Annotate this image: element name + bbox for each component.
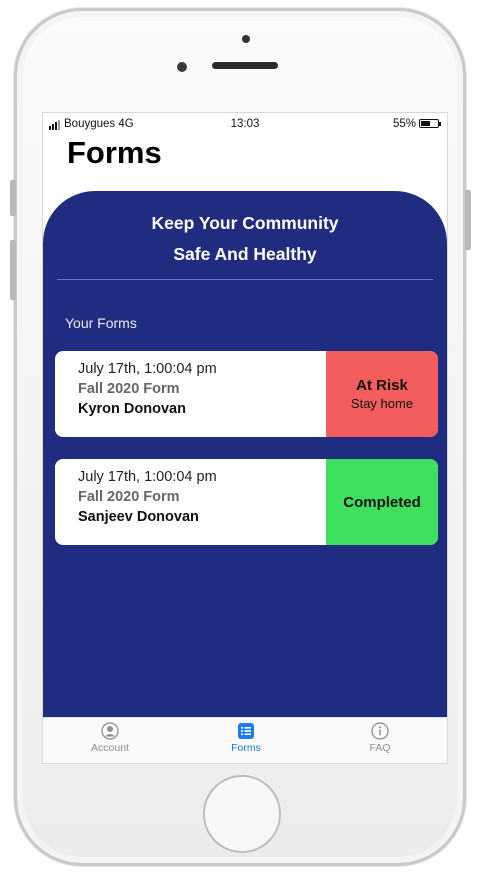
battery-percent: 55%: [392, 118, 416, 130]
form-card-info: July 17th, 1:00:04 pm Fall 2020 Form Kyr…: [78, 359, 217, 419]
phone-power-button: [465, 190, 471, 250]
info-icon: [371, 722, 389, 740]
tab-bar: Account Forms FAQ: [43, 717, 447, 763]
tab-faq[interactable]: FAQ: [335, 722, 425, 754]
battery-icon: [419, 119, 441, 129]
form-card[interactable]: July 17th, 1:00:04 pm Fall 2020 Form San…: [55, 459, 438, 545]
status-badge-completed: Completed: [326, 459, 438, 545]
home-button[interactable]: [203, 775, 281, 853]
app-screen: Bouygues 4G 13:03 55% Forms Keep Your Co…: [42, 112, 448, 764]
account-icon: [101, 722, 119, 740]
status-label: Completed: [343, 493, 421, 511]
status-badge-at-risk: At Risk Stay home: [326, 351, 438, 437]
tab-account-label: Account: [91, 742, 129, 754]
tab-account[interactable]: Account: [65, 722, 155, 754]
battery-indicator: 55%: [392, 118, 441, 130]
phone-volume-button: [10, 240, 16, 300]
section-label: Your Forms: [65, 315, 137, 331]
person-name: Sanjeev Donovan: [78, 509, 199, 525]
form-date: July 17th, 1:00:04 pm: [78, 361, 217, 377]
form-name: Fall 2020 Form: [78, 381, 180, 397]
tab-forms[interactable]: Forms: [201, 722, 291, 754]
hero-line-1: Keep Your Community: [151, 213, 339, 233]
hero-line-2: Safe And Healthy: [173, 244, 317, 264]
phone-sensor: [242, 35, 250, 43]
phone-mute-switch: [10, 180, 16, 216]
status-label: At Risk: [356, 377, 408, 394]
divider: [57, 279, 433, 280]
forms-panel: Keep Your Community Safe And Healthy You…: [43, 191, 447, 721]
form-card[interactable]: July 17th, 1:00:04 pm Fall 2020 Form Kyr…: [55, 351, 438, 437]
forms-list-icon: [238, 723, 254, 739]
page-title: Forms: [67, 135, 162, 170]
tab-forms-label: Forms: [231, 742, 261, 754]
form-card-info: July 17th, 1:00:04 pm Fall 2020 Form San…: [78, 467, 217, 527]
tab-faq-label: FAQ: [369, 742, 391, 754]
phone-camera: [177, 62, 187, 72]
clock: 13:03: [230, 118, 260, 130]
status-bar: Bouygues 4G 13:03 55%: [43, 113, 447, 135]
person-name: Kyron Donovan: [78, 401, 186, 417]
form-date: July 17th, 1:00:04 pm: [78, 469, 217, 485]
hero-heading: Keep Your Community Safe And Healthy: [43, 208, 447, 270]
status-note: Stay home: [350, 396, 414, 411]
phone-speaker: [212, 62, 278, 69]
form-name: Fall 2020 Form: [78, 489, 180, 505]
